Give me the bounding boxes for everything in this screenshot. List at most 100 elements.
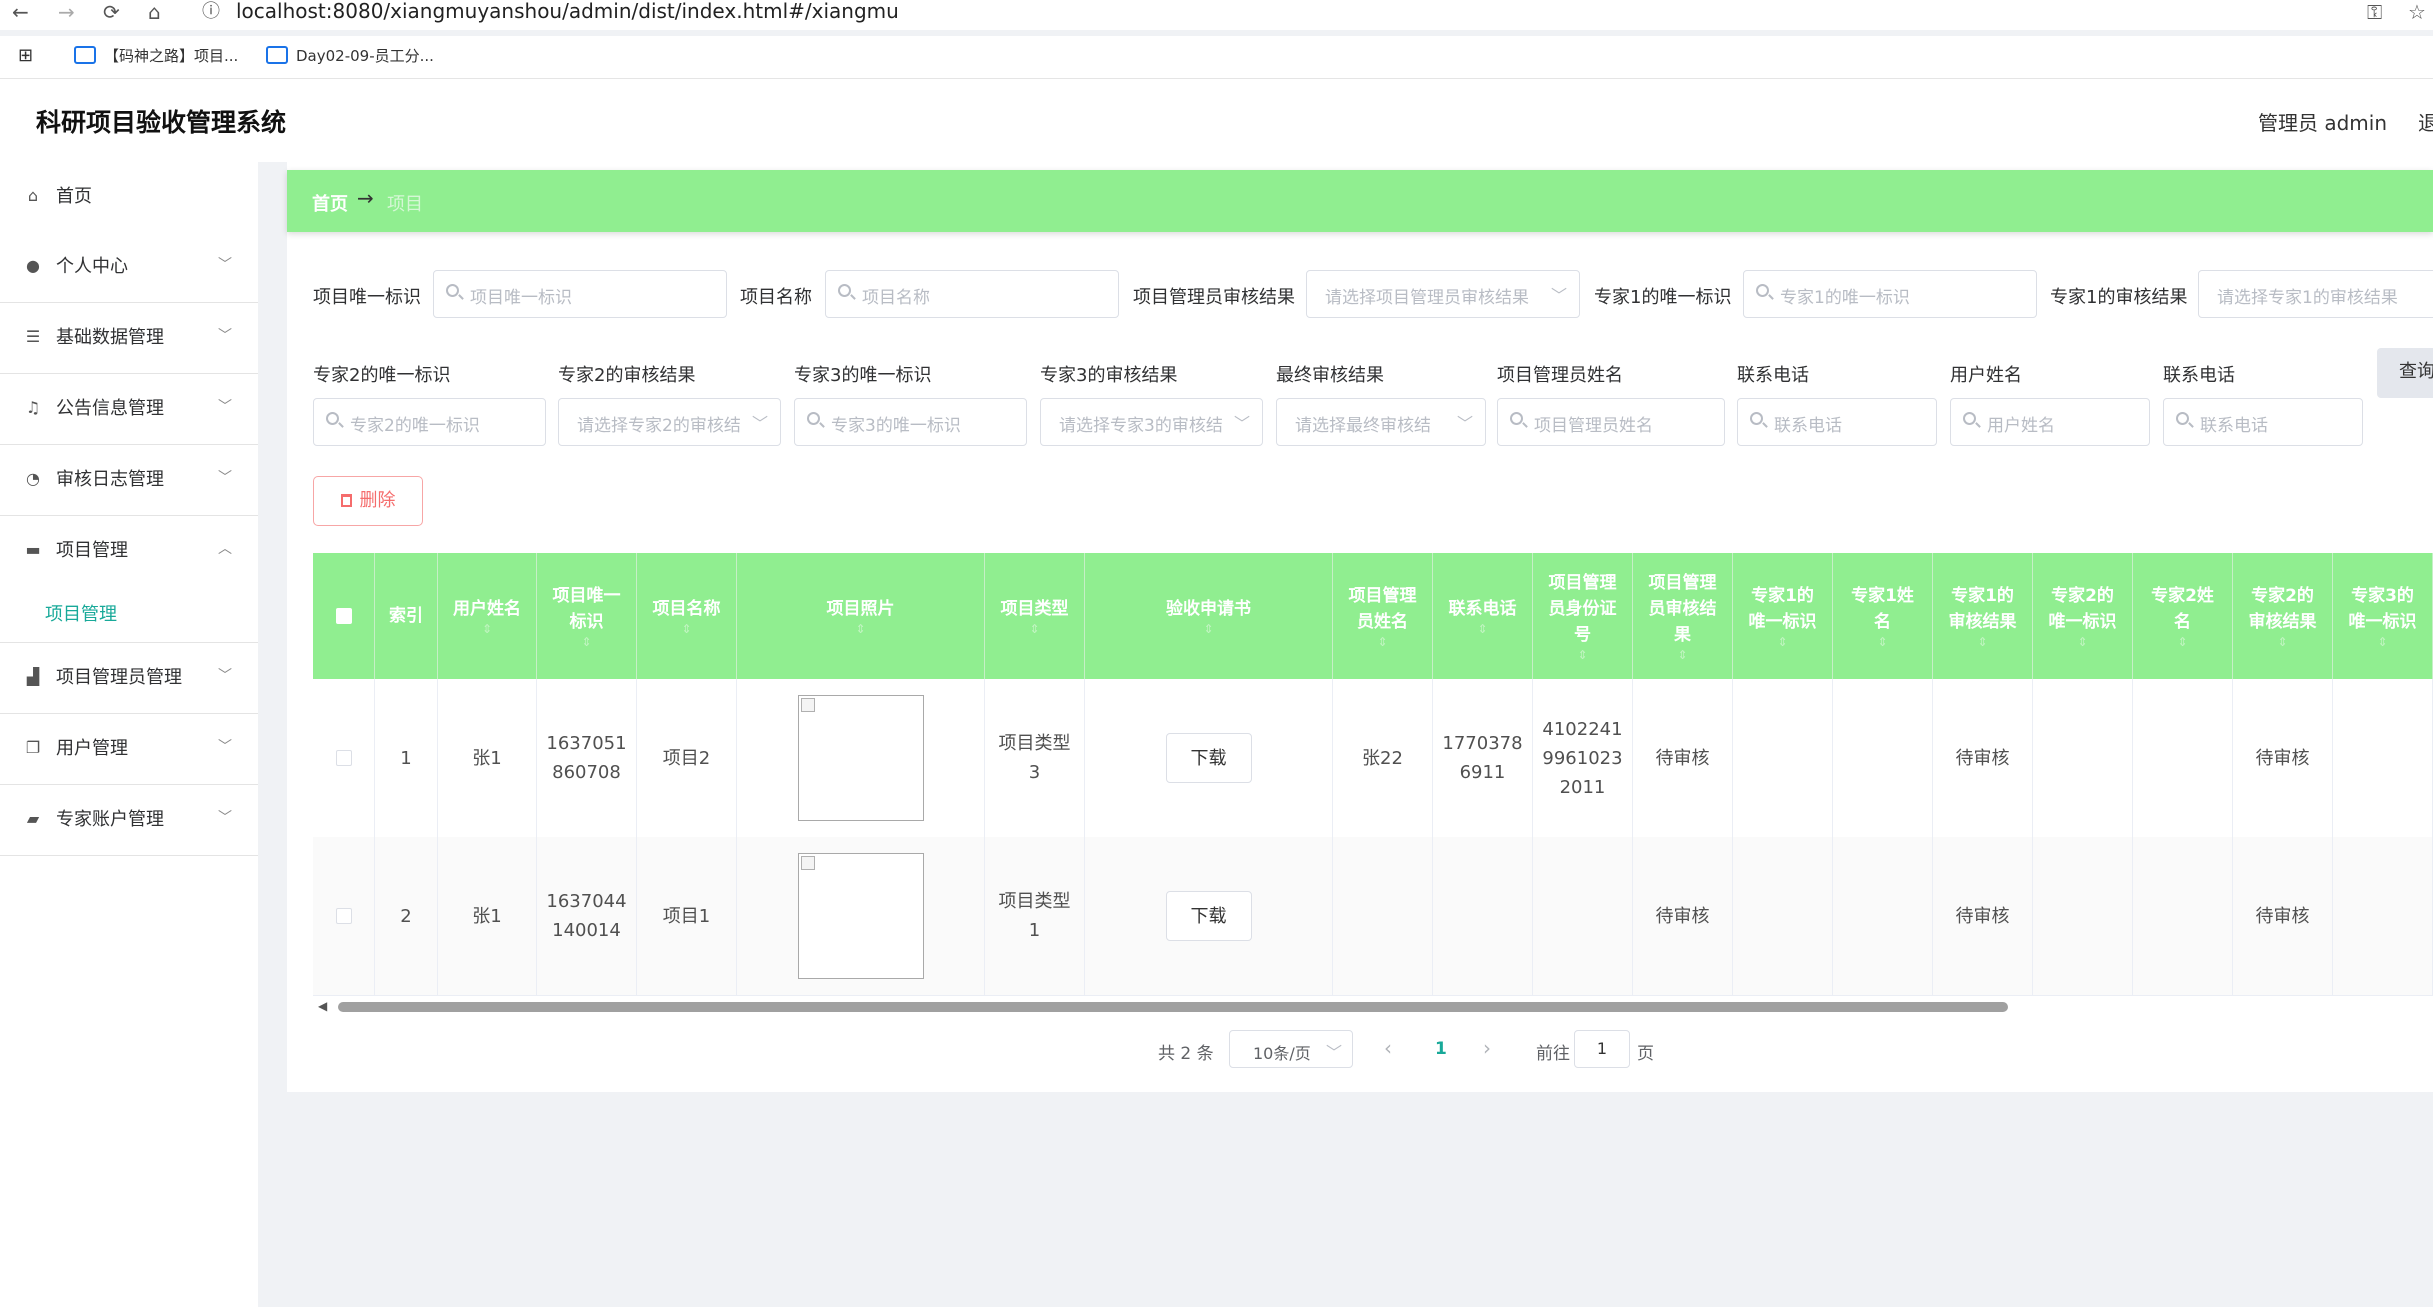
project-name-input[interactable]: 项目名称 xyxy=(825,270,1119,318)
sidebar-item-personal-center[interactable]: ● 个人中心 ﹀ xyxy=(0,232,258,303)
bookmark-item[interactable]: Day02-09-员工分... xyxy=(266,44,434,68)
column-header-expert1-name[interactable]: 专家1姓名 ⇕ xyxy=(1833,553,1933,679)
delete-button[interactable]: 删除 xyxy=(313,476,423,526)
expert2-result-select[interactable]: 请选择专家2的审核结 ﹀ xyxy=(558,398,781,446)
logout-link[interactable]: 退 xyxy=(2418,107,2433,136)
home-icon: ⌂ xyxy=(27,186,39,205)
expert2-id-input[interactable]: 专家2的唯一标识 xyxy=(313,398,546,446)
sort-icon[interactable]: ⇕ xyxy=(1877,635,1887,649)
row-checkbox[interactable] xyxy=(335,750,352,766)
download-button[interactable]: 下载 xyxy=(1165,891,1252,941)
user-name-input[interactable]: 用户姓名 xyxy=(1950,398,2150,446)
sidebar-item-project-admin[interactable]: ▟ 项目管理员管理 ﹀ xyxy=(0,643,258,714)
prev-page-icon[interactable]: ‹ xyxy=(1384,1036,1392,1060)
sort-icon[interactable]: ⇕ xyxy=(2277,635,2287,649)
column-header-admin-result[interactable]: 项目管理 员审核结果 ⇕ xyxy=(1633,553,1733,679)
search-icon xyxy=(2176,412,2189,425)
cell-project-type: 项目类型 1 xyxy=(985,837,1085,995)
sort-icon[interactable]: ⇕ xyxy=(581,635,591,649)
user-phone-input[interactable]: 联系电话 xyxy=(2163,398,2363,446)
column-header-project-photo[interactable]: 项目照片 ⇕ xyxy=(737,553,985,679)
sort-icon[interactable]: ⇕ xyxy=(2377,635,2387,649)
column-header-project-id[interactable]: 项目唯一 标识 ⇕ xyxy=(537,553,637,679)
sidebar-item-notice[interactable]: ♫ 公告信息管理 ﹀ xyxy=(0,374,258,445)
table-row[interactable]: 1 张1 1637051 860708 项目2 项目类型 3 下载 张22 1770378 6911… xyxy=(313,679,2433,838)
project-id-input[interactable]: 项目唯一标识 xyxy=(433,270,727,318)
sidebar-item-user[interactable]: ❐ 用户管理 ﹀ xyxy=(0,714,258,785)
page-size-select[interactable]: 10条/页 ﹀ xyxy=(1229,1030,1353,1068)
sort-icon[interactable]: ⇕ xyxy=(1203,622,1213,636)
column-header-user-name[interactable]: 用户姓名 ⇕ xyxy=(438,553,537,679)
sort-icon[interactable]: ⇕ xyxy=(1677,648,1687,662)
cell-text: 项目类型 3 xyxy=(999,729,1071,787)
breadcrumb-home[interactable]: 首页 xyxy=(312,190,348,216)
goto-page-input[interactable]: 1 xyxy=(1574,1030,1630,1068)
cell-text-line: 140014 xyxy=(552,920,621,941)
sidebar-item-expert[interactable]: ▰ 专家账户管理 ﹀ xyxy=(0,785,258,856)
expert1-result-select[interactable]: 请选择专家1的审核结果 xyxy=(2198,270,2433,318)
sort-icon[interactable]: ⇕ xyxy=(681,622,691,636)
final-result-select[interactable]: 请选择最终审核结 ﹀ xyxy=(1276,398,1486,446)
column-header-admin-name[interactable]: 项目管理 员姓名 ⇕ xyxy=(1333,553,1433,679)
sort-icon[interactable]: ⇕ xyxy=(1977,635,1987,649)
admin-name-input[interactable]: 项目管理员姓名 xyxy=(1497,398,1725,446)
search-label: 专家2的审核结果 xyxy=(558,365,696,386)
apps-grid-icon[interactable]: ⊞ xyxy=(18,44,33,68)
query-button[interactable]: 查询 xyxy=(2377,348,2433,398)
column-header-acceptance-doc[interactable]: 验收申请书 ⇕ xyxy=(1085,553,1333,679)
column-header-project-name[interactable]: 项目名称 ⇕ xyxy=(637,553,737,679)
column-header-project-type[interactable]: 项目类型 ⇕ xyxy=(985,553,1085,679)
scrollbar-thumb[interactable] xyxy=(338,1002,2008,1012)
column-header-expert2-result[interactable]: 专家2的 审核结果 ⇕ xyxy=(2233,553,2333,679)
bilibili-icon xyxy=(266,46,288,64)
address-bar[interactable]: localhost:8080/xiangmuyanshou/admin/dist… xyxy=(236,0,899,24)
cell-text: 张1 xyxy=(472,905,502,927)
table-row[interactable]: 2 张1 1637044 140014 项目1 项目类型 1 下载 待审核 待审核 待审核 xyxy=(313,837,2433,996)
column-header-index[interactable]: 索引 xyxy=(375,553,438,679)
column-header-select-all[interactable] xyxy=(313,553,375,679)
column-header-expert3-id[interactable]: 专家3的 唯一标识 ⇕ xyxy=(2333,553,2433,679)
sidebar-item-audit-log[interactable]: ◔ 审核日志管理 ﹀ xyxy=(0,445,258,516)
sort-icon[interactable]: ⇕ xyxy=(2177,635,2187,649)
sidebar-item-base-data[interactable]: ☰ 基础数据管理 ﹀ xyxy=(0,303,258,374)
column-header-admin-idcard[interactable]: 项目管理 员身份证号 ⇕ xyxy=(1533,553,1633,679)
reload-icon[interactable]: ⟳ xyxy=(103,0,120,24)
sort-icon[interactable]: ⇕ xyxy=(1477,622,1487,636)
sort-icon[interactable]: ⇕ xyxy=(1029,622,1039,636)
scroll-left-icon[interactable]: ◀ xyxy=(318,999,327,1013)
cell-text: 待审核 xyxy=(2255,905,2310,927)
sort-icon[interactable]: ⇕ xyxy=(1777,635,1787,649)
column-header-phone[interactable]: 联系电话 ⇕ xyxy=(1433,553,1533,679)
select-all-checkbox[interactable] xyxy=(335,608,352,624)
search-icon xyxy=(326,412,339,425)
bookmark-item[interactable]: 【码神之路】项目... xyxy=(74,44,238,68)
column-header-expert2-id[interactable]: 专家2的 唯一标识 ⇕ xyxy=(2033,553,2133,679)
admin-result-select[interactable]: 请选择项目管理员审核结果 ﹀ xyxy=(1306,270,1580,318)
back-icon[interactable]: ← xyxy=(12,0,29,24)
site-info-icon[interactable]: ⓘ xyxy=(202,0,220,24)
sort-icon[interactable]: ⇕ xyxy=(1577,648,1587,662)
key-icon[interactable]: ⚿ xyxy=(2367,0,2382,24)
column-header-expert1-result[interactable]: 专家1的 审核结果 ⇕ xyxy=(1933,553,2033,679)
next-page-icon[interactable]: › xyxy=(1483,1036,1491,1060)
home-icon[interactable]: ⌂ xyxy=(148,0,161,24)
column-header-expert1-id[interactable]: 专家1的 唯一标识 ⇕ xyxy=(1733,553,1833,679)
sidebar-item-project[interactable]: ▬ 项目管理 ︿ xyxy=(0,516,258,586)
forward-icon[interactable]: → xyxy=(58,0,75,24)
sort-icon[interactable]: ⇕ xyxy=(855,622,865,636)
expert1-id-input[interactable]: 专家1的唯一标识 xyxy=(1743,270,2037,318)
sort-icon[interactable]: ⇕ xyxy=(1377,635,1387,649)
expert3-result-select[interactable]: 请选择专家3的审核结 ﹀ xyxy=(1040,398,1263,446)
star-icon[interactable]: ☆ xyxy=(2408,0,2426,24)
row-checkbox[interactable] xyxy=(335,908,352,924)
sort-icon[interactable]: ⇕ xyxy=(482,622,492,636)
download-button[interactable]: 下载 xyxy=(1165,733,1252,783)
cell-text-line: 2011 xyxy=(1559,776,1606,798)
expert3-id-input[interactable]: 专家3的唯一标识 xyxy=(794,398,1027,446)
sidebar-subitem-project[interactable]: 项目管理 xyxy=(0,586,258,643)
phone-input[interactable]: 联系电话 xyxy=(1737,398,1937,446)
page-number[interactable]: 1 xyxy=(1435,1039,1447,1059)
column-header-expert2-name[interactable]: 专家2姓名 ⇕ xyxy=(2133,553,2233,679)
sort-icon[interactable]: ⇕ xyxy=(2077,635,2087,649)
sidebar-item-home[interactable]: ⌂ 首页 xyxy=(0,162,258,232)
